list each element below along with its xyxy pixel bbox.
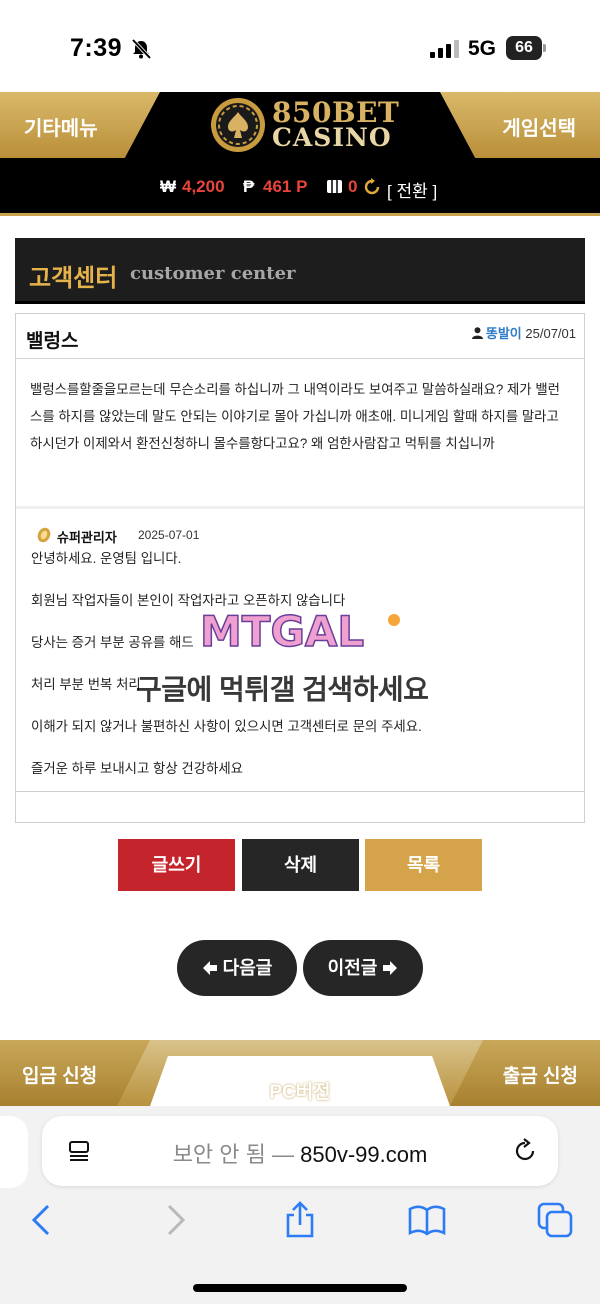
divider	[16, 506, 584, 509]
home-indicator	[193, 1284, 407, 1292]
post-body: 밸렁스를할줄을모르는데 무슨소리를 하십니까 그 내역이라도 보여주고 말씀하실…	[16, 360, 584, 508]
post-date: 25/07/01	[525, 326, 576, 341]
share-icon[interactable]	[280, 1200, 320, 1240]
reply-line: 이해가 되지 않거나 불편하신 사항이 있으시면 고객센터로 문의 주세요.	[31, 719, 422, 734]
previous-tab-edge[interactable]	[0, 1116, 28, 1188]
admin-badge-icon	[37, 527, 51, 543]
delete-button[interactable]: 삭제	[242, 839, 359, 891]
signal-icon	[430, 40, 459, 58]
bookmarks-icon[interactable]	[407, 1200, 447, 1240]
refresh-icon[interactable]	[363, 178, 381, 196]
reload-icon[interactable]	[512, 1138, 538, 1164]
watermark-logo-text: MTGAL	[200, 607, 364, 654]
balance-bar: ₩ 4,200 ₱ 461 P 0 [ 전환 ]	[0, 158, 600, 216]
reply-line: 당사는 증거 부분 공유를 해드	[31, 635, 194, 650]
next-post-label: 다음글	[222, 958, 273, 978]
chip-balance: 0	[348, 177, 358, 196]
back-icon[interactable]	[23, 1200, 63, 1240]
reply-date: 2025-07-01	[138, 528, 200, 542]
logo-text-casino[interactable]: CASINO	[272, 123, 392, 152]
watermark-text: 구글에 먹튀갤 검색하세요	[136, 674, 429, 705]
network-label: 5G	[468, 37, 497, 60]
post-author[interactable]: 똥발이	[486, 326, 522, 341]
address-bar[interactable]: 보안 안 됨 — 850v-99.com	[42, 1116, 558, 1186]
site-header: 기타메뉴 게임선택 850BET CASINO	[0, 92, 600, 158]
convert-button[interactable]: [ 전환 ]	[387, 177, 437, 202]
insecure-label: 보안 안 됨 —	[172, 1142, 294, 1167]
reply-line: 즐거운 하루 보내시고 항상 건강하세요	[31, 761, 243, 776]
page-subtitle: customer center	[130, 263, 296, 284]
post-title: 밸렁스	[26, 331, 79, 352]
prev-post-button[interactable]: 이전글	[303, 940, 423, 996]
post-meta: 똥발이 25/07/01	[471, 323, 576, 342]
reply-line: 안녕하세요. 운영팀 입니다.	[31, 551, 182, 566]
battery-level: 66	[506, 36, 542, 60]
status-bar: 7:39 5G 66	[0, 0, 600, 92]
point-balance: 461 P	[263, 177, 308, 196]
status-time: 7:39	[70, 34, 123, 62]
arrow-right-icon	[383, 961, 398, 975]
game-select-link[interactable]: 게임선택	[502, 112, 576, 141]
bell-muted-icon	[131, 38, 152, 60]
menu-tab-left[interactable]: 기타메뉴	[0, 92, 160, 158]
other-menu-link[interactable]: 기타메뉴	[24, 112, 98, 141]
url-text[interactable]: 보안 안 됨 — 850v-99.com	[42, 1137, 558, 1169]
reply-author: 슈퍼관리자	[57, 530, 117, 545]
won-balance: 4,200	[182, 177, 225, 196]
write-button[interactable]: 글쓰기	[118, 839, 235, 891]
battery-icon: 66	[506, 36, 546, 60]
prev-post-label: 이전글	[327, 958, 378, 978]
tabs-icon[interactable]	[535, 1200, 575, 1240]
footer-bar: 입금 신청 출금 신청 PC버전	[0, 1040, 600, 1106]
post-box: 밸렁스 똥발이 25/07/01 밸렁스를할줄을모르는데 무슨소리를 하십니까 …	[15, 313, 585, 823]
point-symbol: ₱	[243, 177, 255, 196]
browser-toolbar: 보안 안 됨 — 850v-99.com	[0, 1106, 600, 1304]
arrow-left-icon	[202, 961, 217, 975]
page-title: 고객센터	[29, 265, 118, 292]
watermark-logo: MTGAL	[199, 606, 400, 654]
user-icon	[471, 327, 483, 339]
url-domain: 850v-99.com	[300, 1142, 428, 1167]
reply-footer	[16, 792, 584, 823]
customer-center-header: 고객센터 customer center	[15, 238, 585, 304]
menu-tab-right[interactable]: 게임선택	[440, 92, 600, 158]
next-post-button[interactable]: 다음글	[177, 940, 297, 996]
post-header: 밸렁스 똥발이 25/07/01	[16, 314, 584, 359]
casino-chip-logo-icon[interactable]	[210, 97, 266, 153]
pc-version-link[interactable]: PC버전	[0, 1077, 600, 1104]
reply-line: 처리 부분 번복 처리	[31, 677, 141, 692]
forward-icon[interactable]	[154, 1200, 194, 1240]
won-symbol: ₩	[160, 177, 177, 196]
chip-stack-icon	[327, 180, 342, 193]
list-button[interactable]: 목록	[365, 839, 482, 891]
